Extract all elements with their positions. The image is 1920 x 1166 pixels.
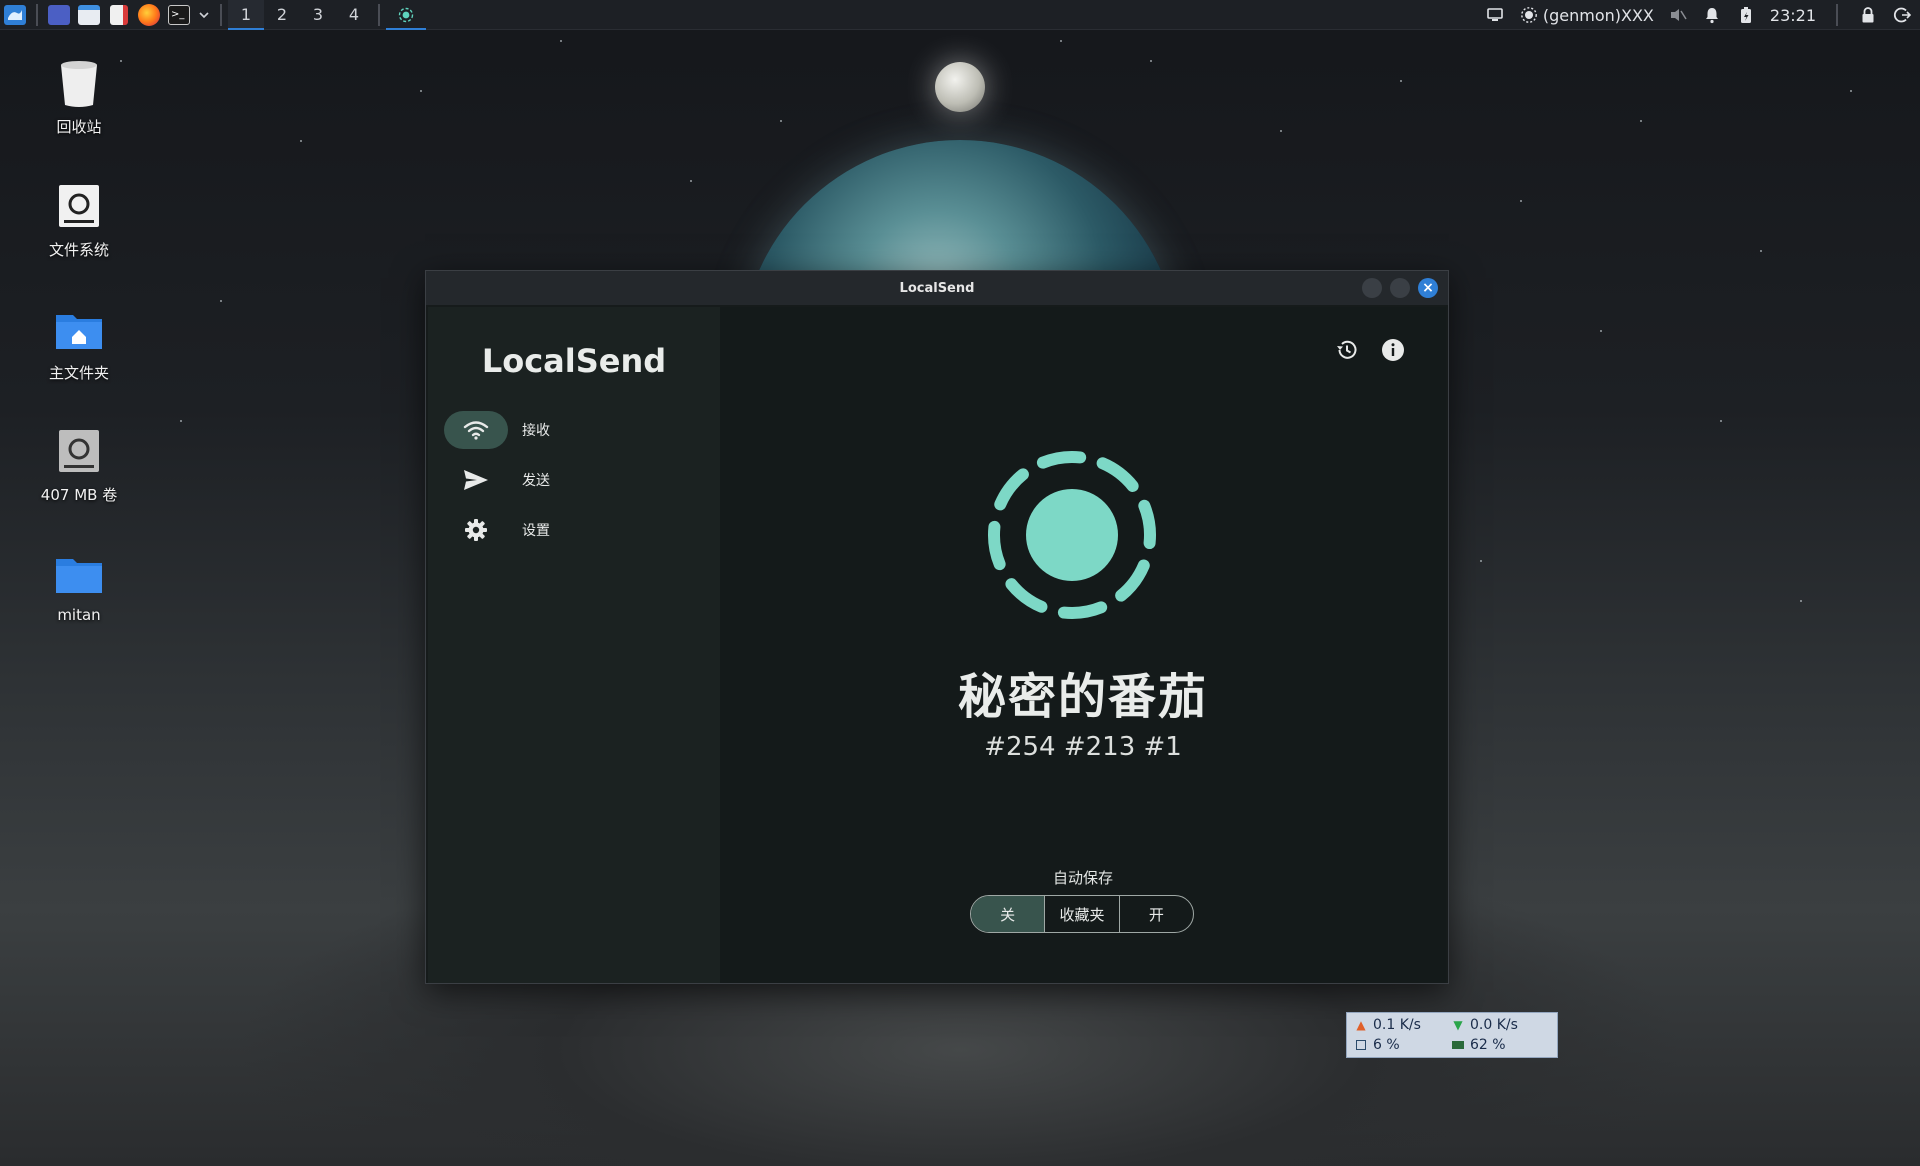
desktop-icon-mitan[interactable]: mitan <box>24 550 134 624</box>
battery-icon[interactable] <box>1736 5 1756 25</box>
nav-item-settings[interactable]: 设置 <box>444 510 720 550</box>
genmon-label[interactable]: (genmon)XXX <box>1543 6 1654 25</box>
info-icon[interactable] <box>1380 337 1406 363</box>
panel-separator <box>220 3 222 26</box>
drive-icon <box>55 183 103 231</box>
close-button[interactable]: × <box>1418 278 1438 298</box>
history-icon[interactable] <box>1334 337 1360 363</box>
display-icon[interactable] <box>1485 5 1505 25</box>
nav-item-send[interactable]: 发送 <box>444 460 720 500</box>
upload-arrow-icon: ▲ <box>1356 1018 1366 1032</box>
gear-icon <box>444 511 508 549</box>
maximize-button[interactable] <box>1390 278 1410 298</box>
network-monitor-widget[interactable]: ▲ 0.1 K/s ▼ 0.0 K/s 6 % 62 % <box>1346 1012 1558 1058</box>
window-title: LocalSend <box>899 280 975 296</box>
home-folder-icon <box>55 306 103 354</box>
nav-label: 接收 <box>522 423 550 439</box>
wallpaper-moon <box>935 62 985 112</box>
autosave-label: 自动保存 <box>1052 869 1113 887</box>
desktop-icon-trash[interactable]: 回收站 <box>24 60 134 137</box>
close-icon: × <box>1422 280 1434 296</box>
memory-usage: 62 % <box>1470 1037 1506 1053</box>
firefox-icon[interactable] <box>134 0 164 30</box>
panel-separator <box>1836 4 1838 26</box>
localsend-window: LocalSend × LocalSend 接收 发送 设置 秘密的番茄 #25… <box>425 270 1449 984</box>
memory-icon <box>1452 1038 1464 1052</box>
nav-label: 设置 <box>522 523 550 539</box>
send-icon <box>444 461 508 499</box>
download-speed: 0.0 K/s <box>1470 1017 1518 1033</box>
autosave-on-button[interactable]: 开 <box>1120 896 1193 932</box>
desktop-icon-volume[interactable]: 407 MB 卷 <box>24 428 134 505</box>
minimize-button[interactable] <box>1362 278 1382 298</box>
trash-icon <box>55 60 103 108</box>
show-desktop-icon[interactable] <box>44 0 74 30</box>
upload-speed: 0.1 K/s <box>1373 1017 1421 1033</box>
autosave-off-button[interactable]: 关 <box>971 896 1046 932</box>
desktop-icon-label: mitan <box>57 606 101 624</box>
terminal-icon[interactable]: >_ <box>164 0 194 30</box>
nav-label: 发送 <box>522 473 550 489</box>
taskbar-localsend-button[interactable] <box>386 0 426 30</box>
sidebar: LocalSend 接收 发送 设置 <box>428 307 720 983</box>
window-titlebar[interactable]: LocalSend × <box>426 271 1448 305</box>
workspace-1[interactable]: 1 <box>228 0 264 30</box>
wifi-icon <box>444 411 508 449</box>
localsend-icon <box>398 7 414 22</box>
download-arrow-icon: ▼ <box>1453 1018 1463 1032</box>
workspace-4[interactable]: 4 <box>336 0 372 30</box>
file-manager-icon[interactable] <box>74 0 104 30</box>
chevron-down-icon[interactable] <box>194 0 214 30</box>
panel-separator <box>378 3 380 26</box>
volume-muted-icon[interactable] <box>1668 5 1688 25</box>
desktop-icon-label: 主文件夹 <box>48 364 109 382</box>
receive-panel: 秘密的番茄 #254 #213 #1 自动保存 关 收藏夹 开 <box>720 307 1446 983</box>
cpu-usage: 6 % <box>1373 1037 1400 1053</box>
localsend-logo-icon <box>988 451 1156 619</box>
desktop-icon-filesystem[interactable]: 文件系统 <box>24 183 134 260</box>
notification-bell-icon[interactable] <box>1702 5 1722 25</box>
autosave-favorites-button[interactable]: 收藏夹 <box>1045 896 1120 932</box>
app-title: LocalSend <box>481 342 667 380</box>
app-menu-icon[interactable] <box>0 0 30 30</box>
panel-separator <box>36 3 38 26</box>
desktop-icon-label: 文件系统 <box>48 241 109 259</box>
genmon-sun-icon <box>1519 5 1539 25</box>
drive-icon <box>55 428 103 476</box>
desktop-icon-label: 回收站 <box>56 118 102 136</box>
desktop-icon-home[interactable]: 主文件夹 <box>24 306 134 383</box>
logout-icon[interactable] <box>1892 5 1912 25</box>
autosave-toggle-group: 关 收藏夹 开 <box>970 895 1194 933</box>
workspace-3[interactable]: 3 <box>300 0 336 30</box>
device-name: 秘密的番茄 <box>957 669 1208 725</box>
desktop-icon-label: 407 MB 卷 <box>40 486 118 504</box>
lock-icon[interactable] <box>1858 5 1878 25</box>
clock[interactable]: 23:21 <box>1770 6 1816 25</box>
nav-item-receive[interactable]: 接收 <box>444 410 720 450</box>
top-panel: >_ 1 2 3 4 (genmon)XXX 23:21 <box>0 0 1920 30</box>
workspace-2[interactable]: 2 <box>264 0 300 30</box>
text-editor-icon[interactable] <box>104 0 134 30</box>
cpu-icon <box>1355 1038 1367 1052</box>
folder-icon <box>55 550 103 598</box>
device-tags: #254 #213 #1 <box>984 732 1182 762</box>
